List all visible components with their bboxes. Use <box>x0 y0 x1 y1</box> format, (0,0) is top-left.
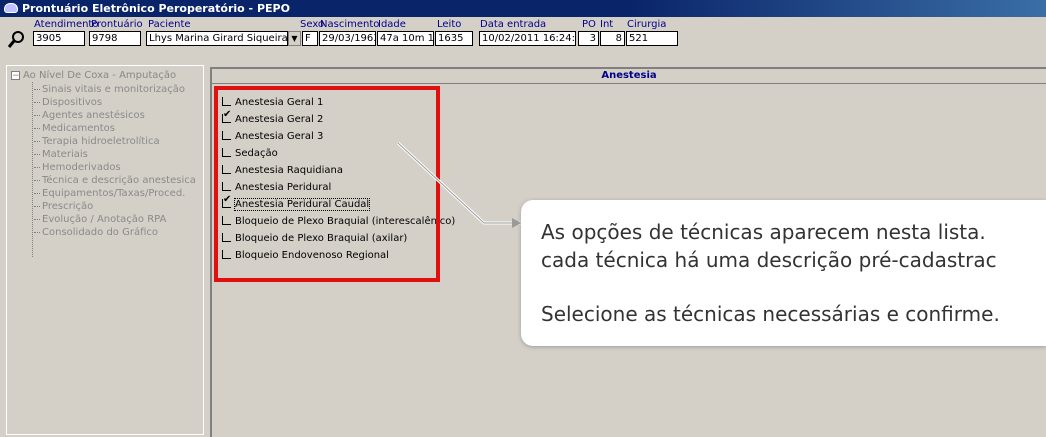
tutorial-callout: As opções de técnicas aparecem nesta lis… <box>521 200 1046 346</box>
callout-line-3: Selecione as técnicas necessárias e conf… <box>541 302 1000 326</box>
callout-line-2: cada técnica há uma descrição pré-cadast… <box>541 248 997 272</box>
callout-line-1: As opções de técnicas aparecem nesta lis… <box>541 220 986 244</box>
